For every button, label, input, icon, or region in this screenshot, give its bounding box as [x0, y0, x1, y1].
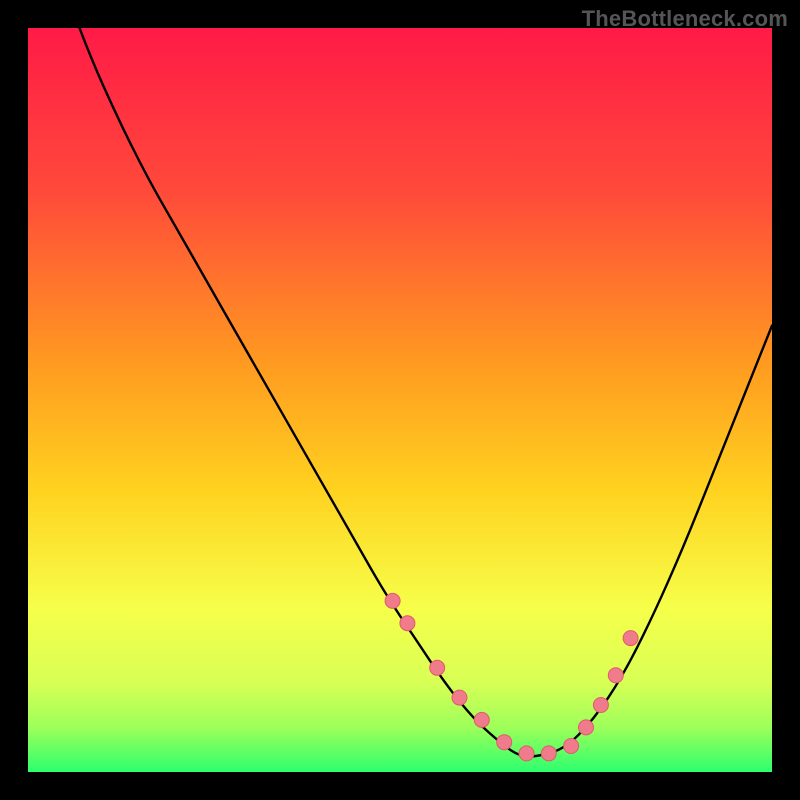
dot [593, 698, 608, 713]
dot [385, 593, 400, 608]
dot [608, 668, 623, 683]
plot-area [28, 28, 772, 772]
dot [564, 739, 579, 754]
dot [519, 746, 534, 761]
gradient-background [28, 28, 772, 772]
chart-frame: TheBottleneck.com [0, 0, 800, 800]
dot [474, 712, 489, 727]
dot [400, 616, 415, 631]
dot [623, 631, 638, 646]
dot [497, 735, 512, 750]
plot-svg [28, 28, 772, 772]
dot [541, 746, 556, 761]
dot [579, 720, 594, 735]
dot [430, 660, 445, 675]
dot [452, 690, 467, 705]
watermark-text: TheBottleneck.com [582, 6, 788, 32]
